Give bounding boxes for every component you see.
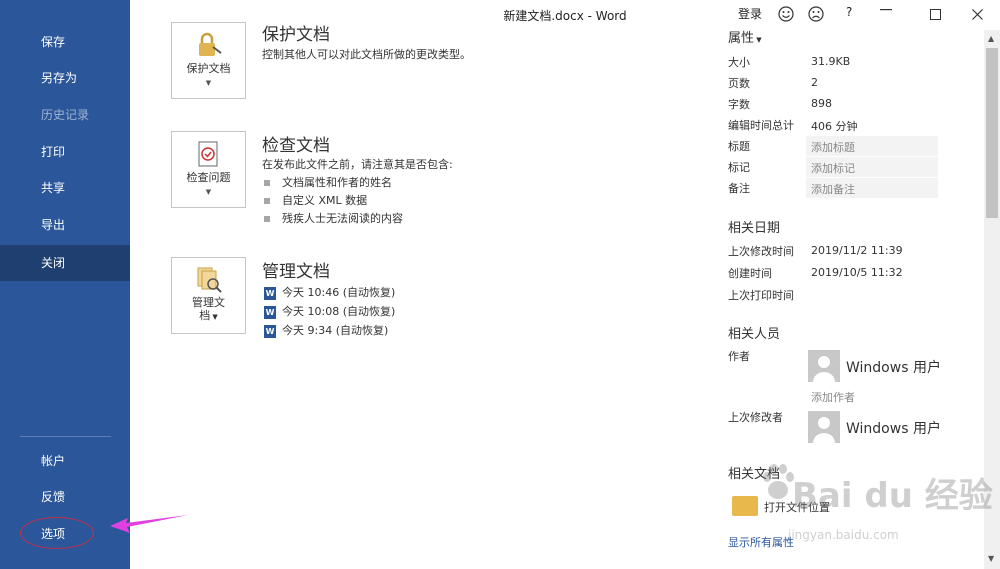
properties-heading[interactable]: 属性 ▼ (728, 27, 762, 46)
prop-value: 898 (811, 97, 832, 110)
protect-button-label: 保护文档 (186, 62, 231, 75)
date-value: 2019/11/2 11:39 (811, 244, 903, 257)
paw-icon (763, 464, 794, 499)
nav-save-as[interactable]: 另存为 (0, 60, 130, 96)
author-avatar (808, 350, 840, 382)
inspect-title: 检查文档 (262, 136, 330, 156)
nav-print[interactable]: 打印 (0, 134, 130, 170)
prop-value: 406 分钟 (811, 120, 858, 133)
protect-desc: 控制其他人可以对此文档所做的更改类型。 (262, 48, 471, 61)
manage-button-label-1: 管理文 (192, 296, 225, 309)
word-doc-icon: W (264, 286, 276, 300)
prop-value: 31.9KB (811, 55, 851, 68)
backstage-sidebar: 保存 另存为 历史记录 打印 共享 导出 关闭 帐户 反馈 选项 (0, 0, 130, 569)
watermark-url: jingyan.baidu.com (788, 528, 899, 542)
modifier-name[interactable]: Windows 用户 (846, 418, 941, 438)
smile-icon[interactable] (778, 6, 794, 22)
nav-account[interactable]: 帐户 (0, 443, 130, 479)
prop-label: 字数 (728, 98, 750, 111)
sidebar-divider (20, 436, 111, 437)
version-item[interactable]: W 今天 10:46 (自动恢复) (264, 284, 396, 300)
annotation-arrow (110, 515, 188, 533)
version-text: 今天 9:34 (自动恢复) (282, 324, 389, 337)
version-item[interactable]: W 今天 10:08 (自动恢复) (264, 303, 396, 319)
inspect-document-button[interactable]: 检查问题 ▼ (171, 131, 246, 208)
word-doc-icon: W (264, 324, 276, 338)
manage-button-label-2: 档 (199, 309, 211, 322)
prop-label: 标记 (728, 161, 750, 174)
manage-button-label-2-row: 档 ▼ (172, 309, 245, 324)
help-button[interactable]: ? (846, 5, 852, 19)
login-button[interactable]: 登录 (738, 5, 762, 22)
prop-label: 页数 (728, 77, 750, 90)
prop-label: 编辑时间总计 (728, 119, 794, 132)
tags-field[interactable]: 添加标记 (811, 160, 855, 176)
prop-label: 备注 (728, 182, 750, 195)
nav-share[interactable]: 共享 (0, 170, 130, 206)
frown-icon[interactable] (808, 6, 824, 22)
protect-title: 保护文档 (262, 25, 330, 45)
title-bar: 新建文档.docx - Word 登录 ? (130, 0, 1000, 30)
prop-label: 大小 (728, 56, 750, 69)
watermark-text: Bai du 经验 (792, 476, 993, 516)
modifier-avatar (808, 411, 840, 443)
lock-icon (199, 32, 222, 56)
scroll-up-icon[interactable]: ▲ (988, 34, 994, 43)
inspect-bullet: 文档属性和作者的姓名 (264, 174, 392, 190)
people-heading: 相关人员 (728, 327, 781, 342)
bullet-text: 文档属性和作者的姓名 (282, 176, 392, 189)
scroll-down-icon[interactable]: ▼ (988, 554, 994, 563)
nav-history[interactable]: 历史记录 (0, 97, 130, 133)
manage-title: 管理文档 (262, 262, 330, 282)
inspect-bullet: 自定义 XML 数据 (264, 192, 367, 208)
inspect-document-icon (198, 141, 218, 167)
chevron-down-icon: ▼ (205, 188, 212, 196)
inspect-bullet: 残疾人士无法阅读的内容 (264, 210, 403, 226)
date-label: 创建时间 (728, 267, 772, 280)
dates-heading: 相关日期 (728, 221, 781, 236)
nav-close[interactable]: 关闭 (0, 245, 130, 281)
author-name[interactable]: Windows 用户 (846, 357, 941, 377)
folder-icon (732, 496, 758, 516)
close-icon[interactable] (972, 9, 983, 20)
window-title: 新建文档.docx - Word (503, 9, 627, 23)
maximize-icon[interactable] (930, 9, 941, 20)
author-label: 作者 (728, 350, 750, 363)
bullet-text: 自定义 XML 数据 (282, 194, 368, 207)
chevron-down-icon: ▼ (205, 79, 212, 87)
nav-export[interactable]: 导出 (0, 207, 130, 243)
user-icon (813, 417, 835, 443)
title-field[interactable]: 添加标题 (811, 139, 855, 155)
chevron-down-icon: ▼ (210, 313, 218, 321)
inspect-desc: 在发布此文件之前，请注意其是否包含: (262, 158, 453, 171)
add-author-link[interactable]: 添加作者 (811, 389, 855, 405)
properties-heading-text: 属性 (728, 31, 755, 46)
show-all-properties-link[interactable]: 显示所有属性 (728, 534, 794, 550)
bullet-text: 残疾人士无法阅读的内容 (282, 212, 403, 225)
minimize-icon[interactable] (880, 9, 892, 11)
protect-document-button[interactable]: 保护文档 ▼ (171, 22, 246, 99)
annotation-ellipse (20, 517, 94, 549)
user-icon (813, 356, 835, 382)
nav-save[interactable]: 保存 (0, 24, 130, 60)
prop-label: 标题 (728, 140, 750, 153)
version-text: 今天 10:46 (自动恢复) (282, 286, 396, 299)
version-text: 今天 10:08 (自动恢复) (282, 305, 396, 318)
modifier-label: 上次修改者 (728, 411, 783, 424)
date-value: 2019/10/5 11:32 (811, 266, 903, 279)
comments-field[interactable]: 添加备注 (811, 181, 855, 197)
scroll-thumb[interactable] (986, 48, 998, 218)
version-item[interactable]: W 今天 9:34 (自动恢复) (264, 322, 389, 338)
date-label: 上次修改时间 (728, 245, 794, 258)
prop-value: 2 (811, 76, 818, 89)
manage-document-button[interactable]: 管理文 档 ▼ (171, 257, 246, 334)
baidu-watermark: Bai du 经验 jingyan.baidu.com (760, 462, 993, 542)
manage-document-icon (197, 267, 222, 293)
word-doc-icon: W (264, 305, 276, 319)
chevron-down-icon: ▼ (754, 36, 762, 44)
date-label: 上次打印时间 (728, 289, 794, 302)
inspect-button-label: 检查问题 (186, 171, 231, 184)
